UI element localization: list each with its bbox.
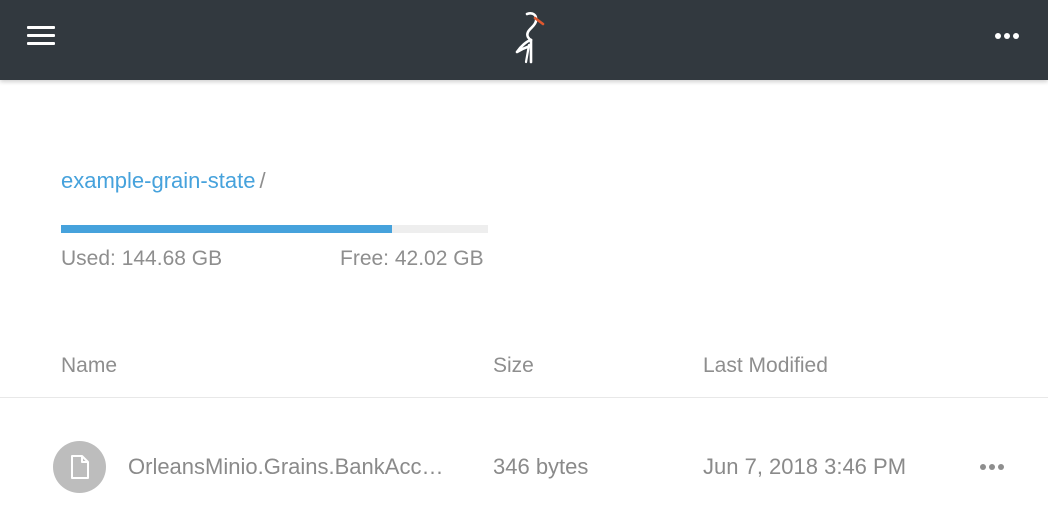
hamburger-menu-icon[interactable] — [27, 26, 55, 46]
storage-usage-bar — [61, 225, 488, 233]
column-header-size[interactable]: Size — [493, 353, 534, 379]
storage-usage-fill — [61, 225, 392, 233]
table-header-divider — [0, 397, 1048, 398]
file-name[interactable]: OrleansMinio.Grains.BankAcc… — [128, 454, 443, 480]
column-header-name[interactable]: Name — [61, 353, 117, 379]
more-options-icon[interactable] — [990, 26, 1024, 46]
file-icon — [53, 441, 106, 493]
breadcrumb: example-grain-state / — [61, 167, 266, 195]
storage-used-label: Used: 144.68 GB — [61, 247, 223, 270]
column-header-last-modified[interactable]: Last Modified — [703, 353, 828, 379]
file-last-modified: Jun 7, 2018 3:46 PM — [703, 454, 907, 479]
row-actions-more-icon[interactable] — [976, 457, 1008, 477]
minio-logo-icon — [515, 12, 545, 64]
breadcrumb-bucket-link[interactable]: example-grain-state — [61, 168, 255, 193]
top-bar — [0, 0, 1048, 80]
breadcrumb-separator: / — [259, 168, 266, 193]
file-size: 346 bytes — [493, 454, 589, 479]
table-row[interactable]: OrleansMinio.Grains.BankAcc… 346 bytes J… — [0, 430, 1048, 504]
storage-free-label: Free: 42.02 GB — [340, 247, 484, 270]
